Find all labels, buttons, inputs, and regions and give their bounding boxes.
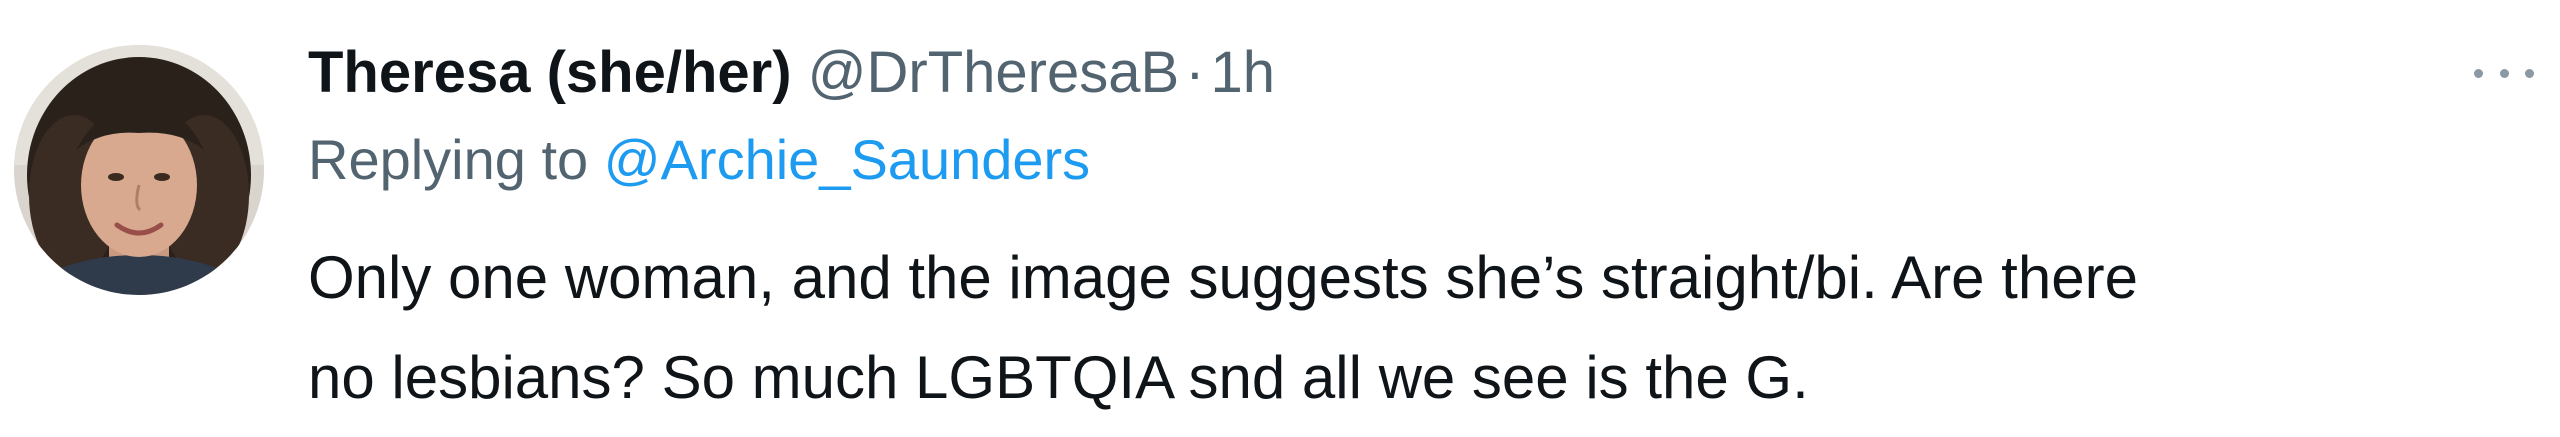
replying-to-line: Replying to @Archie_Saunders (308, 118, 2480, 202)
separator-dot: · (1185, 40, 1205, 105)
tweet-card: Theresa (she/her) @DrTheresaB · 1h Replyin… (0, 0, 2560, 437)
replying-to-mention-link[interactable]: @Archie_Saunders (604, 128, 1090, 191)
author-handle[interactable]: @DrTheresaB (808, 40, 1180, 105)
tweet-text-line: no lesbians? So much LGBTQIA snd all we … (308, 344, 1809, 411)
tweet-header: Theresa (she/her) @DrTheresaB · 1h (308, 28, 2480, 118)
tweet-timestamp[interactable]: 1h (1211, 40, 1276, 105)
replying-to-label: Replying to (308, 128, 589, 191)
avatar[interactable] (14, 45, 264, 295)
more-dot (2525, 68, 2534, 78)
more-dot (2474, 68, 2483, 78)
profile-photo-icon (14, 45, 264, 295)
more-dot (2499, 68, 2509, 78)
ellipsis-icon[interactable] (2474, 58, 2534, 88)
tweet-content: Theresa (she/her) @DrTheresaB · 1h Replyin… (308, 28, 2480, 428)
tweet-text-line: Only one woman, and the image suggests s… (308, 244, 2138, 311)
tweet-text: Only one woman, and the image suggests s… (308, 228, 2508, 428)
author-display-name[interactable]: Theresa (she/her) (308, 40, 792, 105)
